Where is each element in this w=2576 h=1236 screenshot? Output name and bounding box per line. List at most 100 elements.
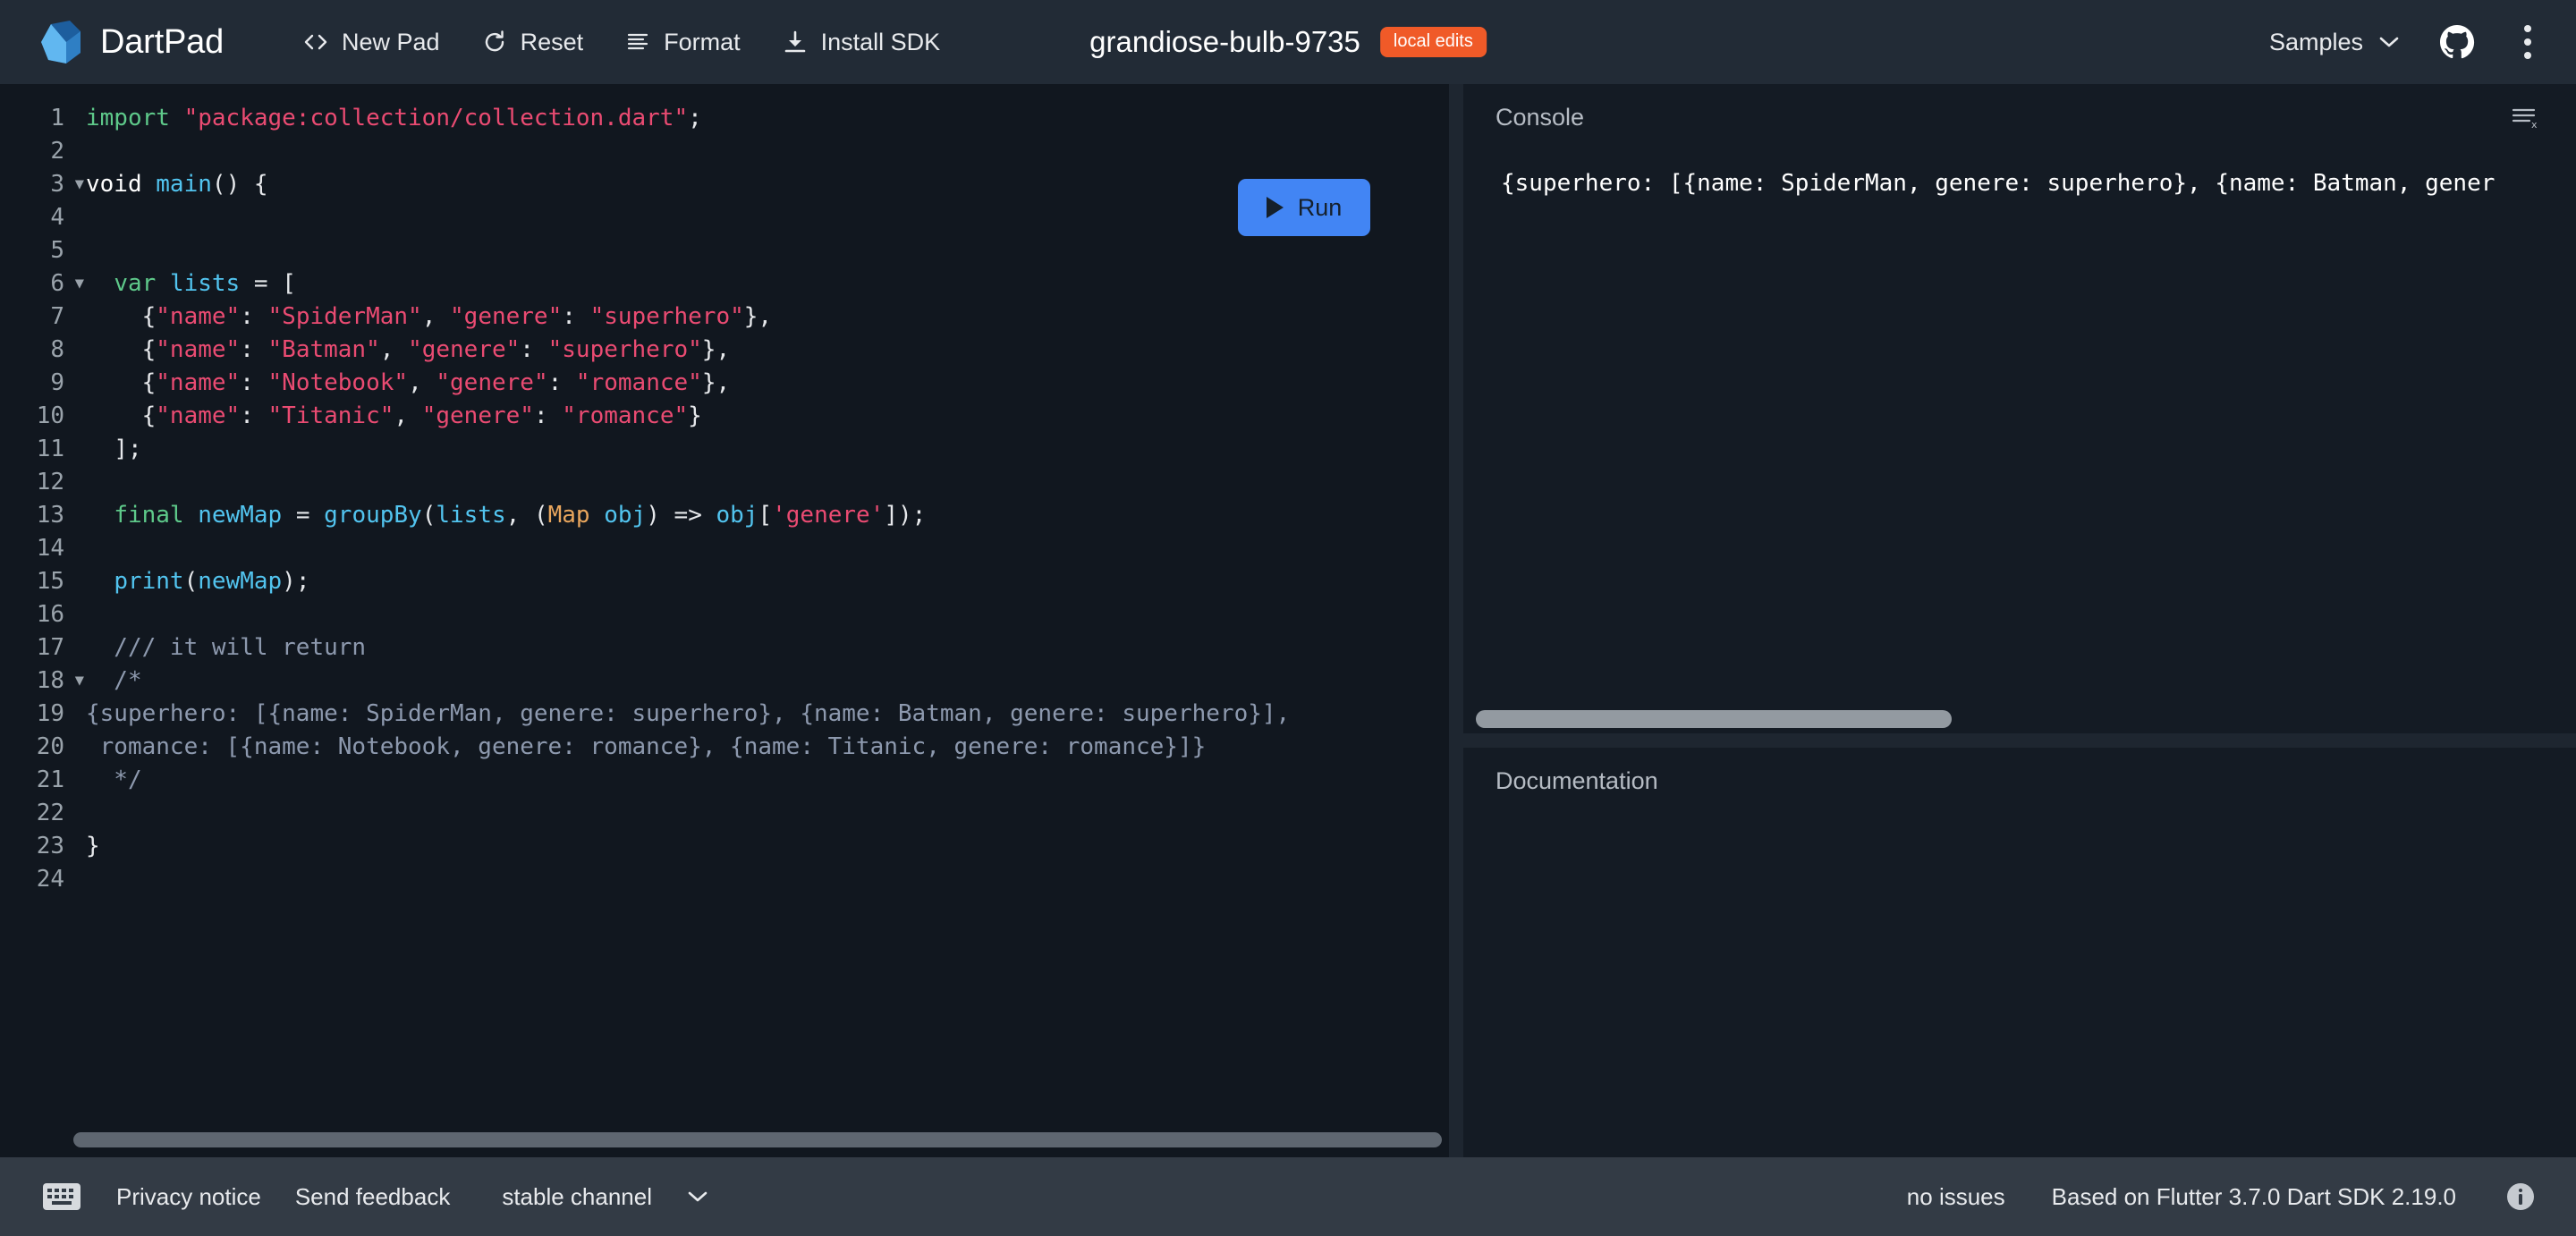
line-number: 10 [36,402,64,429]
chevron-down-icon [2379,37,2399,47]
scrollbar-thumb[interactable] [73,1132,1442,1147]
brand-name: DartPad [100,22,225,61]
horizontal-divider[interactable] [1463,733,2576,748]
run-button-label: Run [1297,193,1343,221]
code-editor-pane[interactable]: 1 2 3 ▼ 4 5 6 ▼ 7 8 9 10 11 12 13 14 15 16 17 18 ▼ 19 20 21 22 23… [0,84,1449,1157]
more-vertical-icon[interactable] [2515,20,2540,64]
line-number: 12 [36,469,64,495]
line-number: 21 [36,766,64,793]
code-line[interactable]: print(newMap); [86,565,1449,598]
code-line[interactable] [86,466,1449,499]
code-line[interactable]: {"name": "Titanic", "genere": "romance"} [86,400,1449,433]
footer-right-group: no issues Based on Flutter 3.7.0 Dart SD… [1907,1179,2538,1215]
channel-label: stable channel [502,1182,652,1210]
vertical-divider[interactable] [1449,84,1463,1157]
documentation-pane: Documentation [1463,748,2576,1157]
line-number: 14 [36,535,64,562]
brand: DartPad [39,19,224,65]
triangle-down-icon[interactable]: ▼ [70,267,84,301]
line-number: 3 ▼ [0,168,84,201]
code-line[interactable]: /// it will return [86,631,1449,665]
code-line[interactable]: {"name": "SpiderMan", "genere": "superhe… [86,301,1449,334]
code-line[interactable]: import "package:collection/collection.da… [86,102,1449,135]
line-number: 9 [50,369,64,396]
new-pad-label: New Pad [342,28,440,55]
code-line[interactable] [86,135,1449,168]
line-number: 17 [36,634,64,661]
info-icon[interactable] [2503,1179,2538,1215]
play-triangle-icon [1266,197,1284,218]
line-number-gutter: 1 2 3 ▼ 4 5 6 ▼ 7 8 9 10 11 12 13 14 15 16 17 18 ▼ 19 20 21 22 23… [0,97,84,1127]
code-line[interactable]: var lists = [ [86,267,1449,301]
reset-button[interactable]: Reset [481,28,584,56]
svg-text:x: x [2531,119,2538,131]
triangle-down-icon[interactable]: ▼ [70,665,84,698]
console-output: {superhero: [{name: SpiderMan, genere: s… [1501,170,2496,197]
line-number: 23 [36,833,64,859]
line-number: 11 [36,436,64,462]
code-content[interactable]: import "package:collection/collection.da… [70,97,1449,1127]
line-number: 15 [36,568,64,595]
samples-label: Samples [2268,28,2363,55]
line-number: 20 [36,733,64,760]
refresh-icon [485,30,504,52]
code-line[interactable]: /* [86,665,1449,698]
privacy-notice-link[interactable]: Privacy notice [116,1183,261,1211]
issues-status[interactable]: no issues [1907,1183,2005,1211]
install-sdk-button[interactable]: Install SDK [782,29,940,56]
status-badge: local edits [1379,27,1487,57]
clear-console-icon[interactable]: x [2510,104,2540,131]
header-right-group: Samples [2269,20,2540,64]
console-pane: Console x {superhero: [{name: SpiderMan,… [1463,84,2576,733]
code-line[interactable] [86,532,1449,565]
samples-dropdown[interactable]: Samples [2269,29,2399,56]
send-feedback-link[interactable]: Send feedback [295,1183,450,1211]
code-line[interactable]: romance: [{name: Notebook, genere: roman… [86,731,1449,764]
keyboard-icon[interactable] [41,1180,82,1214]
kebab-dot [2524,52,2531,59]
line-number: 6 ▼ [0,267,84,301]
code-line[interactable]: ]; [86,433,1449,466]
format-label: Format [664,28,741,55]
right-column: Console x {superhero: [{name: SpiderMan,… [1463,84,2576,1157]
documentation-header: Documentation [1463,748,2576,814]
console-header: Console x [1463,84,2576,150]
code-line[interactable]: {"name": "Notebook", "genere": "romance"… [86,367,1449,400]
chevron-down-icon [688,1191,708,1202]
line-number: 19 [36,700,64,727]
code-line[interactable]: final newMap = groupBy(lists, (Map obj) … [86,499,1449,532]
documentation-content [1463,814,2576,1157]
scrollbar-thumb[interactable] [1476,710,1952,728]
code-line[interactable] [86,863,1449,896]
reset-label: Reset [520,28,584,55]
run-button[interactable]: Run [1238,179,1370,236]
line-number: 13 [36,502,64,529]
status-footer: Privacy notice Send feedback stable chan… [0,1157,2576,1236]
download-icon [784,30,805,53]
code-line[interactable]: } [86,830,1449,863]
editor-horizontal-scrollbar[interactable] [0,1127,1449,1157]
triangle-down-icon[interactable]: ▼ [70,168,84,201]
page-title: grandiose-bulb-9735 [1089,25,1360,58]
console-horizontal-scrollbar[interactable] [1463,707,2576,733]
dart-logo-icon [41,21,80,63]
line-number: 5 [50,237,64,264]
app-header: DartPad New Pad Reset Format Install SDK… [0,0,2576,84]
code-area[interactable]: 1 2 3 ▼ 4 5 6 ▼ 7 8 9 10 11 12 13 14 15 16 17 18 ▼ 19 20 21 22 23… [0,84,1449,1127]
code-line[interactable] [86,234,1449,267]
line-number: 8 [50,336,64,363]
line-number: 7 [50,303,64,330]
line-number: 24 [36,866,64,893]
format-lines-icon [628,33,648,50]
github-icon[interactable] [2438,23,2476,61]
code-brackets-icon [304,34,327,50]
new-pad-button[interactable]: New Pad [302,29,440,56]
code-line[interactable] [86,598,1449,631]
channel-dropdown[interactable]: stable channel [502,1183,708,1211]
code-line[interactable] [86,797,1449,830]
code-line[interactable]: {superhero: [{name: SpiderMan, genere: s… [86,698,1449,731]
code-line[interactable]: */ [86,764,1449,797]
format-button[interactable]: Format [624,29,741,56]
code-line[interactable]: {"name": "Batman", "genere": "superhero"… [86,334,1449,367]
kebab-dot [2524,25,2531,32]
